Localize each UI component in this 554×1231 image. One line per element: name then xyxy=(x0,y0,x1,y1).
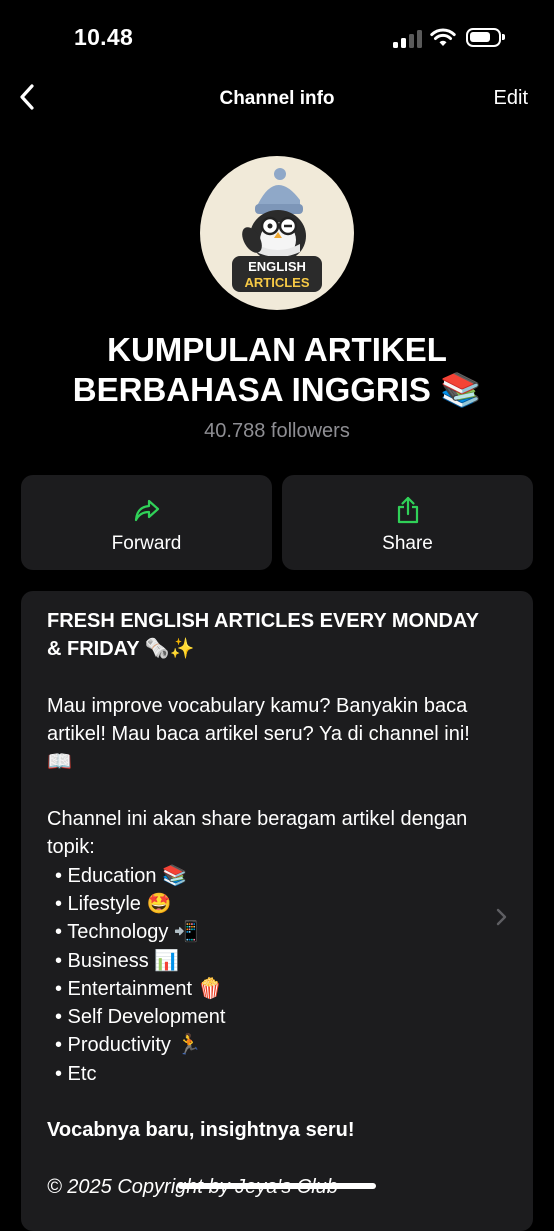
forward-button[interactable]: Forward xyxy=(21,475,272,570)
edit-button[interactable]: Edit xyxy=(494,87,528,110)
description-headline: FRESH ENGLISH ARTICLES EVERY MONDAY & FR… xyxy=(47,610,479,661)
topic-item: • Business 📊 xyxy=(55,949,180,972)
topic-item: • Self Development xyxy=(55,1006,226,1029)
share-label: Share xyxy=(382,533,433,554)
wifi-icon xyxy=(430,28,456,46)
topic-item: • Technology 📲 xyxy=(55,921,199,944)
forward-label: Forward xyxy=(111,533,182,554)
svg-text:ENGLISH: ENGLISH xyxy=(248,259,306,274)
svg-text:ARTICLES: ARTICLES xyxy=(245,275,310,290)
channel-description: FRESH ENGLISH ARTICLES EVERY MONDAY & FR… xyxy=(47,607,487,1201)
topic-item: • Entertainment 🍿 xyxy=(55,977,223,1000)
status-bar: 10.48 xyxy=(0,0,554,78)
description-tagline: Vocabnya baru, insightnya seru! xyxy=(47,1119,355,1142)
channel-description-card[interactable]: FRESH ENGLISH ARTICLES EVERY MONDAY & FR… xyxy=(21,591,533,1231)
topic-item: • Productivity 🏃 xyxy=(55,1034,202,1057)
channel-name: KUMPULAN ARTIKEL BERBAHASA INGGRIS 📚 xyxy=(72,331,482,408)
chevron-right-icon xyxy=(496,908,507,926)
page-title: Channel info xyxy=(219,88,335,109)
topic-item: • Education 📚 xyxy=(55,864,187,887)
description-intro: Mau improve vocabulary kamu? Banyakin ba… xyxy=(47,694,470,774)
share-icon xyxy=(397,496,418,524)
topic-item: • Lifestyle 🤩 xyxy=(55,892,172,915)
follower-count: 40.788 followers xyxy=(204,420,350,442)
forward-arrow-icon xyxy=(134,499,159,522)
cellular-signal-icon xyxy=(393,30,423,48)
battery-icon xyxy=(466,28,505,47)
topic-item: • Etc xyxy=(55,1062,97,1085)
home-indicator[interactable] xyxy=(178,1183,376,1189)
nav-bar: Channel info Edit xyxy=(0,72,554,124)
status-time: 10.48 xyxy=(74,24,134,50)
channel-avatar[interactable]: ENGLISH ARTICLES xyxy=(200,156,354,310)
topics-intro: Channel ini akan share beragam artikel d… xyxy=(47,808,468,859)
penguin-logo-icon: ENGLISH ARTICLES xyxy=(232,168,322,292)
share-button[interactable]: Share xyxy=(282,475,533,570)
